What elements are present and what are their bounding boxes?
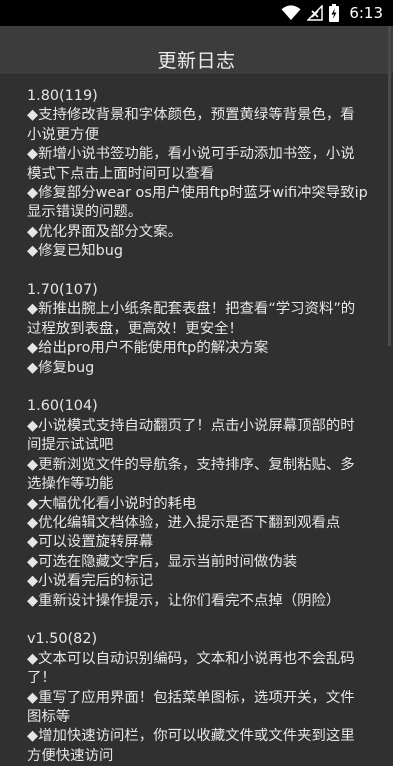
release-item: ◆文本可以自动识别编码，文本和小说再也不会乱码了！ (27, 650, 355, 687)
release-item: ◆重写了应用界面！包括菜单图标，选项开关，文件图标等 (27, 689, 355, 725)
status-icons: 6:13 (281, 3, 383, 23)
wifi-icon (281, 5, 301, 21)
release-item: ◆可以设置旋转屏幕 (27, 534, 154, 551)
changelog-content[interactable]: 1.80(119) ◆支持修改背景和字体颜色，预置黄绿等背景色，看小说更方便 ◆新增… (27, 87, 369, 766)
no-signal-icon (307, 5, 324, 21)
release-item: ◆更新浏览文件的导航条，支持排序、复制粘贴、多选操作等功能 (27, 456, 355, 493)
release-version: v1.50(82) (27, 631, 98, 648)
scrollbar[interactable] (388, 26, 391, 346)
release-item: ◆可选在隐藏文字后，显示当前时间做伪装 (27, 553, 298, 570)
release-spacer (27, 378, 369, 397)
release-spacer (27, 611, 369, 630)
release-item: ◆修复已知bug (27, 243, 124, 260)
release-item: ◆重新设计操作提示，让你们看完不点掉（阴险） (27, 592, 341, 609)
release-item: ◆支持修改背景和字体颜色，预置黄绿等背景色，看小说更方便 (27, 107, 355, 143)
release-item: ◆修复bug (27, 359, 95, 376)
release-item: ◆优化编辑文档体验，进入提示是否下翻到观看点 (27, 514, 341, 531)
release-spacer (27, 262, 369, 281)
release-item: ◆增加快速访问栏，你可以收藏文件或文件夹到这里方便快速访问 (27, 728, 355, 764)
changelog-dialog: 更新日志 1.80(119) ◆支持修改背景和字体颜色，预置黄绿等背景色，看小说更… (0, 26, 393, 764)
release-item: ◆小说看完后的标记 (27, 573, 154, 590)
release-version: 1.60(104) (27, 398, 98, 415)
dialog-title-bar: 更新日志 (0, 26, 393, 75)
release-version: 1.70(107) (27, 282, 98, 299)
battery-charging-icon (329, 4, 340, 22)
status-bar: 6:13 (0, 0, 393, 26)
release-item: ◆大幅优化看小说时的耗电 (27, 495, 197, 512)
dialog-title: 更新日志 (157, 50, 236, 72)
release-item: ◆修复部分wear os用户使用ftp时蓝牙wifi冲突导致ip显示错误的问题。 (27, 185, 368, 221)
release-item: ◆给出pro用户不能使用ftp的解决方案 (27, 340, 269, 357)
status-time: 6:13 (349, 4, 383, 22)
release-item: ◆小说模式支持自动翻页了！点击小说屏幕顶部的时间提示试试吧 (27, 417, 355, 454)
release-item: ◆新增小说书签功能，看小说可手动添加书签，小说模式下点击上面时间可以查看 (27, 146, 355, 182)
release-item: ◆新推出腕上小纸条配套表盘！把查看“学习资料”的过程放到表盘，更高效！更安全！ (27, 301, 356, 337)
release-version: 1.80(119) (27, 88, 98, 104)
release-item: ◆优化界面及部分文案。 (27, 223, 182, 240)
